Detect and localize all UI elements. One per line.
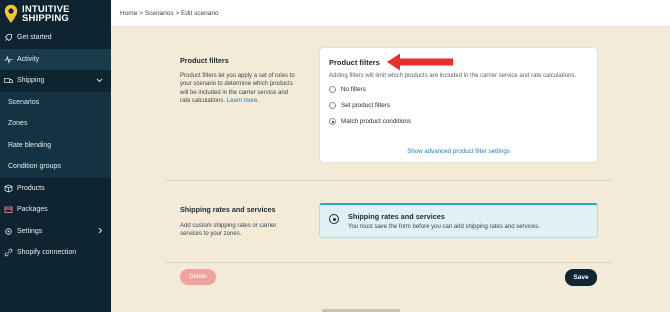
- link-icon: [4, 248, 13, 257]
- sidebar-item-condition-groups[interactable]: Condition groups: [0, 156, 111, 178]
- footer-divider: [166, 262, 611, 263]
- breadcrumb: Home > Scenarios > Edit scenario: [111, 0, 670, 27]
- radio-button[interactable]: [329, 102, 336, 109]
- sidebar-item-rate-blending[interactable]: Rate blending: [0, 134, 111, 156]
- sidebar-item-products[interactable]: Products: [0, 178, 111, 200]
- sidebar-item-settings[interactable]: Settings: [0, 221, 111, 243]
- sidebar-item-label: Packages: [17, 206, 48, 214]
- radio-no-filters[interactable]: No filters: [329, 86, 366, 93]
- truck-icon: [4, 76, 13, 85]
- sidebar-item-label: Shipping: [17, 77, 45, 85]
- sidebar-item-label: Zones: [8, 120, 28, 128]
- brand-name: INTUITIVE SHIPPING: [22, 4, 70, 24]
- save-button[interactable]: Save: [565, 269, 597, 286]
- breadcrumb-text[interactable]: Home > Scenarios > Edit scenario: [120, 10, 219, 17]
- radio-set-product-filters[interactable]: Set product filters: [329, 102, 390, 109]
- sidebar-item-label: Shopify connection: [17, 249, 77, 257]
- brand-logo[interactable]: INTUITIVE SHIPPING: [0, 0, 111, 28]
- section-divider: [166, 180, 611, 181]
- chevron-down-icon: [96, 76, 103, 85]
- sidebar-item-zones[interactable]: Zones: [0, 113, 111, 135]
- sidebar-item-get-started[interactable]: Get started: [0, 27, 111, 49]
- sidebar-item-label: Condition groups: [8, 163, 61, 171]
- sidebar-item-label: Get started: [17, 34, 52, 42]
- activity-icon: [4, 55, 13, 64]
- notice-title: Shipping rates and services: [348, 212, 445, 221]
- shipping-rates-description: Add custom shipping rates or carrier ser…: [180, 223, 277, 238]
- card-subtitle: Adding filters will limit which products…: [329, 73, 577, 79]
- product-filters-description: Product filters let you apply a set of r…: [180, 73, 295, 104]
- box-icon: [4, 184, 13, 193]
- card-title: Product filters: [329, 58, 380, 67]
- radio-button[interactable]: [329, 86, 336, 93]
- product-filters-card: Product filters Adding filters will limi…: [319, 47, 598, 163]
- learn-more-link[interactable]: Learn more: [227, 98, 258, 104]
- sidebar: INTUITIVE SHIPPING Get started Activity …: [0, 0, 111, 312]
- sidebar-item-scenarios[interactable]: Scenarios: [0, 91, 111, 113]
- sidebar-item-label: Activity: [17, 55, 40, 63]
- sidebar-item-label: Scenarios: [8, 98, 40, 106]
- rocket-icon: [4, 33, 13, 42]
- advanced-settings-link[interactable]: Show advanced product filter settings: [320, 148, 597, 155]
- product-filters-heading: Product filters: [180, 56, 229, 65]
- shipping-rates-heading: Shipping rates and services: [180, 205, 276, 214]
- sidebar-item-activity[interactable]: Activity: [0, 48, 111, 70]
- info-icon: [329, 214, 339, 224]
- gear-icon: [4, 227, 13, 236]
- sidebar-item-packages[interactable]: Packages: [0, 199, 111, 221]
- sidebar-item-label: Rate blending: [8, 141, 52, 149]
- sidebar-item-shipping[interactable]: Shipping: [0, 70, 111, 92]
- radio-match-product-conditions[interactable]: Match product conditions: [329, 118, 411, 125]
- sidebar-item-shopify-connection[interactable]: Shopify connection: [0, 242, 111, 264]
- annotation-arrow-icon: [387, 53, 453, 71]
- location-pin-icon: [4, 4, 18, 24]
- delete-button[interactable]: Delete: [180, 269, 216, 285]
- notice-text: You must save the form before you can ad…: [348, 224, 540, 230]
- chevron-right-icon: [98, 227, 103, 236]
- sidebar-item-label: Products: [17, 184, 45, 192]
- package-icon: [4, 205, 13, 214]
- sidebar-item-label: Settings: [17, 227, 43, 235]
- radio-button-selected[interactable]: [329, 118, 336, 125]
- info-notice: Shipping rates and services You must sav…: [319, 203, 598, 238]
